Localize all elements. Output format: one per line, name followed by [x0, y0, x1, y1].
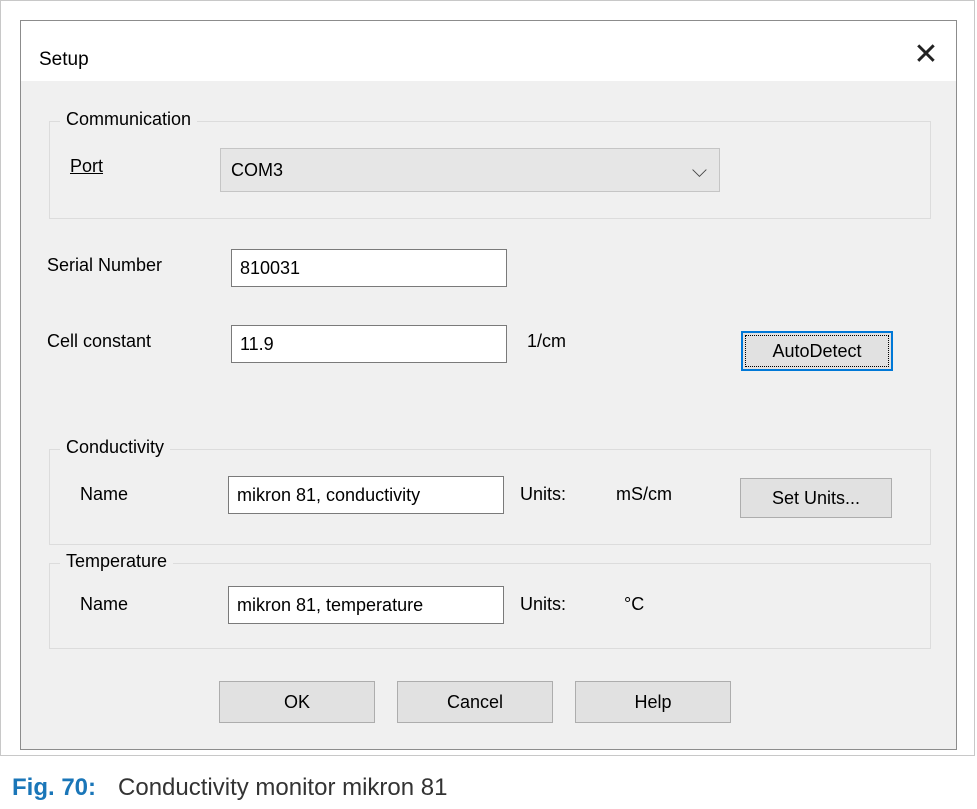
- dialog-title: Setup: [39, 49, 89, 70]
- port-label: Port: [70, 156, 104, 176]
- serial-number-field[interactable]: 810031: [231, 249, 507, 287]
- temperature-name-field[interactable]: mikron 81, temperature: [228, 586, 504, 624]
- temperature-legend: Temperature: [60, 551, 174, 572]
- conductivity-name-field[interactable]: mikron 81, conductivity: [228, 476, 504, 514]
- close-icon[interactable]: ✕: [904, 35, 948, 75]
- conductivity-legend: Conductivity: [60, 437, 171, 458]
- ok-button[interactable]: OK: [219, 681, 375, 723]
- cell-constant-label: Cell constant: [47, 331, 152, 351]
- conductivity-units-label: Units:: [520, 484, 567, 504]
- set-units-button[interactable]: Set Units...: [740, 478, 892, 518]
- cell-constant-unit: 1/cm: [527, 331, 567, 351]
- conductivity-name-label: Name: [80, 484, 129, 504]
- conductivity-group: Conductivity Name mikron 81, conductivit…: [49, 437, 931, 545]
- title-bar: Setup ✕: [21, 21, 956, 81]
- figure-caption: Fig. 70: Conductivity monitor mikron 81: [12, 774, 447, 802]
- autodetect-button-label: AutoDetect: [745, 335, 889, 367]
- conductivity-units-value: mS/cm: [616, 484, 672, 504]
- temperature-units-label: Units:: [520, 594, 567, 614]
- cancel-button[interactable]: Cancel: [397, 681, 553, 723]
- chevron-down-icon: ⌵: [691, 158, 707, 182]
- cell-constant-field[interactable]: 11.9: [231, 325, 507, 363]
- figure-number: Fig. 70:: [12, 774, 97, 801]
- temperature-group: Temperature Name mikron 81, temperature …: [49, 551, 931, 649]
- temperature-units-value: °C: [624, 594, 645, 614]
- temperature-name-label: Name: [80, 594, 129, 614]
- figure-caption-text: Conductivity monitor mikron 81: [118, 774, 448, 801]
- autodetect-button[interactable]: AutoDetect: [741, 331, 893, 371]
- port-select[interactable]: COM3 ⌵: [220, 148, 720, 192]
- serial-number-label: Serial Number: [47, 255, 163, 275]
- port-select-value: COM3: [231, 160, 284, 180]
- communication-legend: Communication: [60, 109, 198, 130]
- communication-group: Communication Port COM3 ⌵: [49, 109, 931, 219]
- setup-dialog: Setup ✕ Communication Port COM3 ⌵ Serial…: [20, 20, 957, 750]
- help-button[interactable]: Help: [575, 681, 731, 723]
